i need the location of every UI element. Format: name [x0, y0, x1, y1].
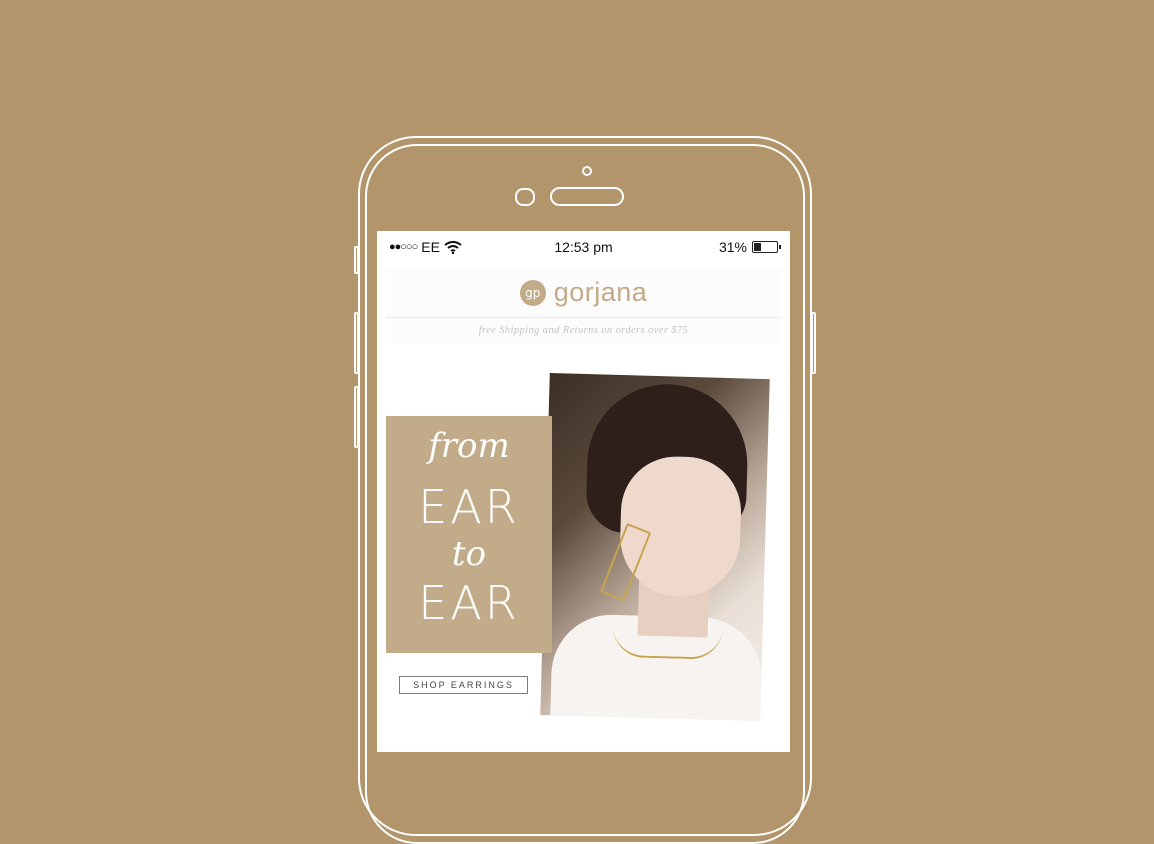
- power-button: [811, 312, 816, 374]
- status-bar: ●●○○○ EE 12:53 pm 31%: [377, 231, 790, 263]
- email-header: gp gorjana: [386, 269, 781, 318]
- shop-earrings-button[interactable]: SHOP EARRINGS: [399, 676, 528, 694]
- volume-up-button: [354, 312, 359, 374]
- front-camera-icon: [582, 166, 592, 176]
- battery-fill: [754, 243, 762, 251]
- model-photo[interactable]: [540, 372, 770, 722]
- logo-mark-icon: gp: [519, 279, 546, 306]
- hero-line-to: to: [451, 534, 487, 574]
- battery-icon: [752, 241, 781, 253]
- volume-down-button: [354, 386, 359, 448]
- hero-line-ear-2: EAR: [418, 576, 520, 630]
- hero-line-ear-1: EAR: [418, 480, 520, 534]
- hero-headline-card: from EAR to EAR: [386, 416, 552, 653]
- brand-logo[interactable]: gp gorjana: [386, 277, 781, 308]
- hero-line-from: from: [428, 426, 510, 466]
- promo-banner[interactable]: free Shipping and Returns on orders over…: [386, 318, 781, 344]
- status-right: 31%: [718, 239, 781, 255]
- proximity-sensor-icon: [515, 188, 535, 206]
- battery-percent: 31%: [718, 239, 747, 255]
- battery-tip: [779, 245, 781, 249]
- earpiece-speaker-icon: [550, 187, 624, 206]
- brand-name: gorjana: [553, 277, 648, 307]
- mute-switch: [354, 246, 359, 274]
- phone-screen: ●●○○○ EE 12:53 pm 31% gp gorjana free Sh…: [377, 231, 790, 752]
